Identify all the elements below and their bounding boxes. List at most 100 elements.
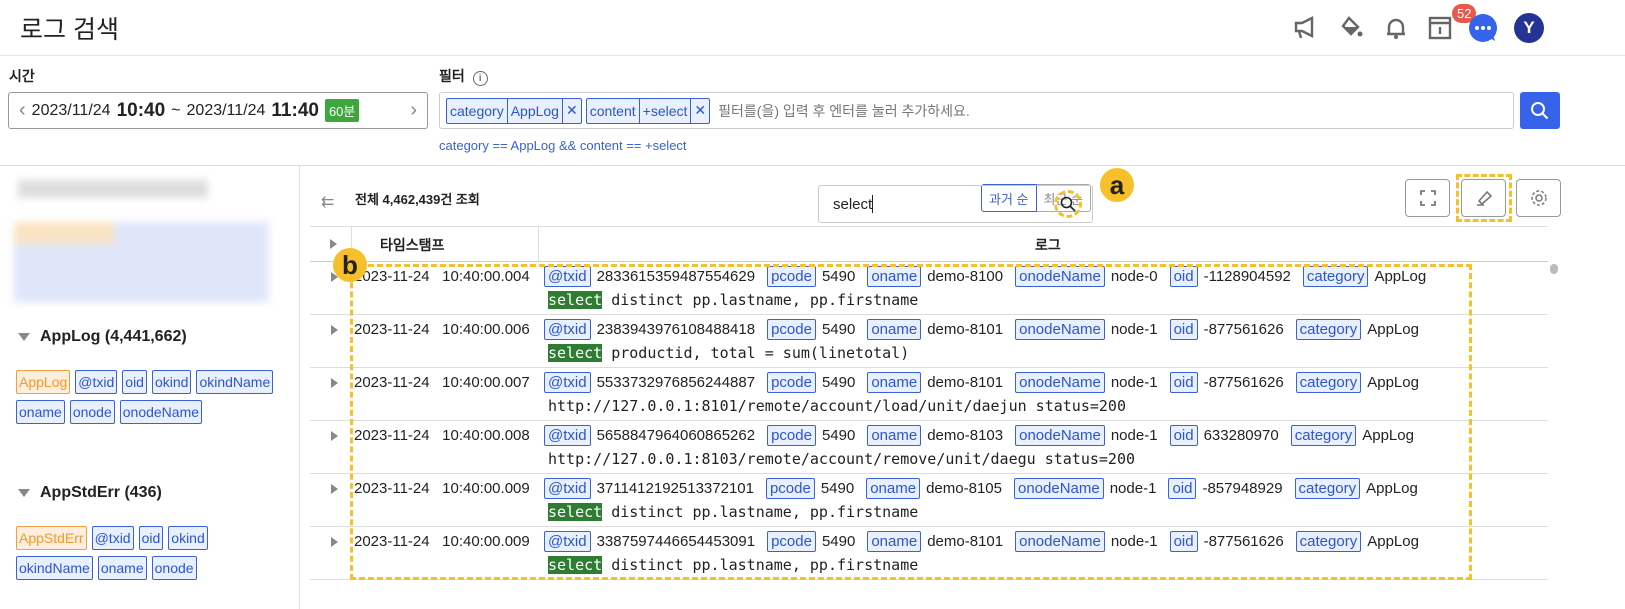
chat-icon[interactable]	[1467, 12, 1499, 44]
table-row[interactable]: 2023-11-24 10:40:00.009 @txid 371141219251…	[310, 474, 1548, 527]
expand-row-icon[interactable]	[331, 325, 338, 335]
field-key[interactable]: oid	[1169, 531, 1198, 552]
info-icon[interactable]: i	[472, 71, 488, 86]
log-search-input[interactable]: select	[818, 185, 1093, 223]
sidebar-group-header[interactable]: AppStdErr (436)	[18, 484, 162, 502]
field-key[interactable]: oname	[866, 478, 921, 499]
field-key[interactable]: @txid	[544, 425, 591, 446]
search-icon[interactable]	[1054, 190, 1082, 218]
expand-row-icon[interactable]	[331, 431, 338, 441]
field-tag[interactable]: oid	[122, 370, 147, 394]
info-panel-icon[interactable]	[1424, 12, 1456, 44]
expand-row-icon[interactable]	[331, 378, 338, 388]
field-key[interactable]: oid	[1169, 372, 1198, 393]
filter-chip-category[interactable]: category AppLog ✕	[446, 97, 582, 124]
field-key[interactable]: @txid	[544, 478, 591, 499]
field-key[interactable]: onodeName	[1013, 478, 1104, 499]
field-tag[interactable]: onodeName	[119, 400, 203, 424]
field-key[interactable]: category	[1290, 425, 1357, 446]
search-highlight: select	[548, 556, 603, 574]
table-row[interactable]: 2023-11-24 10:40:00.006 @txid 238394397610…	[310, 315, 1548, 368]
table-row[interactable]: 2023-11-24 10:40:00.007 @txid 553373297685…	[310, 368, 1548, 421]
field-tag[interactable]: AppStdErr	[16, 526, 87, 550]
caret-down-icon[interactable]	[18, 333, 30, 341]
field-key[interactable]: oname	[867, 319, 922, 340]
chevron-right-icon[interactable]: ›	[410, 99, 417, 122]
field-key[interactable]: category	[1295, 372, 1362, 393]
table-row[interactable]: 2023-11-24 10:40:00.004 @txid 283361535948…	[310, 262, 1548, 315]
field-key[interactable]: oname	[867, 531, 922, 552]
megaphone-icon[interactable]	[1290, 12, 1322, 44]
row-date: 2023-11-24	[354, 533, 430, 550]
chevron-left-icon[interactable]: ‹	[19, 99, 26, 122]
field-key[interactable]: oid	[1169, 266, 1198, 287]
field-key[interactable]: pcode	[765, 478, 815, 499]
field-key[interactable]: oid	[1169, 319, 1198, 340]
field-key[interactable]: oname	[867, 266, 922, 287]
expand-row-icon[interactable]	[331, 537, 338, 547]
collapse-sidebar-icon[interactable]: ⇇	[321, 192, 334, 212]
field-key[interactable]: pcode	[767, 425, 816, 446]
filter-input[interactable]: category AppLog ✕ content +select ✕ 필터를(을) 입…	[439, 92, 1514, 129]
table-row[interactable]: 2023-11-24 10:40:00.008 @txid 565884796406…	[310, 421, 1548, 474]
filter-chip-content[interactable]: content +select ✕	[585, 97, 711, 124]
field-key[interactable]: pcode	[767, 266, 816, 287]
field-tag[interactable]: onode	[151, 556, 197, 580]
field-key[interactable]: onodeName	[1015, 319, 1105, 340]
field-tag[interactable]: oname	[97, 556, 147, 580]
field-key[interactable]: oname	[867, 372, 922, 393]
field-tag[interactable]: okindName	[16, 556, 93, 580]
field-key[interactable]: pcode	[767, 372, 816, 393]
fullscreen-button[interactable]	[1405, 179, 1450, 217]
caret-down-icon[interactable]	[18, 489, 30, 497]
log-search-value: select	[833, 195, 873, 213]
field-key[interactable]: category	[1295, 531, 1362, 552]
paint-bucket-icon[interactable]	[1336, 12, 1368, 44]
field-key[interactable]: category	[1295, 319, 1362, 340]
field-key[interactable]: oid	[1168, 478, 1197, 499]
field-key[interactable]: oid	[1169, 425, 1198, 446]
avatar[interactable]: Y	[1513, 12, 1545, 44]
expand-all-icon[interactable]	[330, 239, 337, 249]
search-button[interactable]	[1520, 92, 1560, 129]
sidebar-group-header[interactable]: AppLog (4,441,662)	[18, 328, 187, 346]
field-key[interactable]: pcode	[767, 319, 816, 340]
time-range-picker[interactable]: ‹ 2023/11/24 10:40 ~ 2023/11/24 11:40 60…	[8, 92, 428, 129]
field-tag[interactable]: oid	[138, 526, 164, 550]
field-tag[interactable]: AppLog	[16, 370, 71, 394]
field-key[interactable]: pcode	[767, 531, 816, 552]
field-key[interactable]: oname	[867, 425, 922, 446]
field-key[interactable]: @txid	[544, 372, 591, 393]
time-label: 시간	[9, 68, 35, 84]
field-key[interactable]: onodeName	[1015, 425, 1105, 446]
col-log[interactable]: 로그	[1035, 235, 1061, 255]
field-key[interactable]: onodeName	[1015, 266, 1105, 287]
col-timestamp[interactable]: 타임스탬프	[380, 235, 444, 255]
end-date: 2023/11/24	[186, 101, 266, 119]
field-value: 5490	[821, 533, 856, 550]
bell-icon[interactable]	[1380, 12, 1412, 44]
field-tag[interactable]: onode	[69, 400, 115, 424]
field-value: AppLog	[1366, 480, 1418, 497]
field-key[interactable]: @txid	[544, 531, 591, 552]
table-row[interactable]: 2023-11-24 10:40:00.009 @txid 338759744665…	[310, 527, 1548, 580]
field-tag[interactable]: okind	[168, 526, 208, 550]
field-key[interactable]: onodeName	[1015, 372, 1105, 393]
settings-button[interactable]	[1516, 179, 1561, 217]
field-key[interactable]: @txid	[544, 266, 591, 287]
field-key[interactable]: onodeName	[1015, 531, 1105, 552]
close-icon[interactable]: ✕	[563, 99, 581, 123]
expand-row-icon[interactable]	[331, 484, 338, 494]
field-tag[interactable]: okind	[151, 370, 192, 394]
field-tag[interactable]: @txid	[91, 526, 134, 550]
row-content: http://127.0.0.1:8103/remote/account/rem…	[548, 450, 1135, 468]
field-tag[interactable]: okindName	[196, 370, 274, 394]
field-key[interactable]: category	[1294, 478, 1361, 499]
field-key[interactable]: @txid	[544, 319, 591, 340]
field-tag[interactable]: @txid	[75, 370, 118, 394]
highlight-button[interactable]	[1461, 179, 1506, 217]
field-tag[interactable]: oname	[16, 400, 65, 424]
close-icon[interactable]: ✕	[691, 99, 709, 123]
field-key[interactable]: category	[1302, 266, 1369, 287]
scrollbar[interactable]	[1550, 264, 1558, 274]
